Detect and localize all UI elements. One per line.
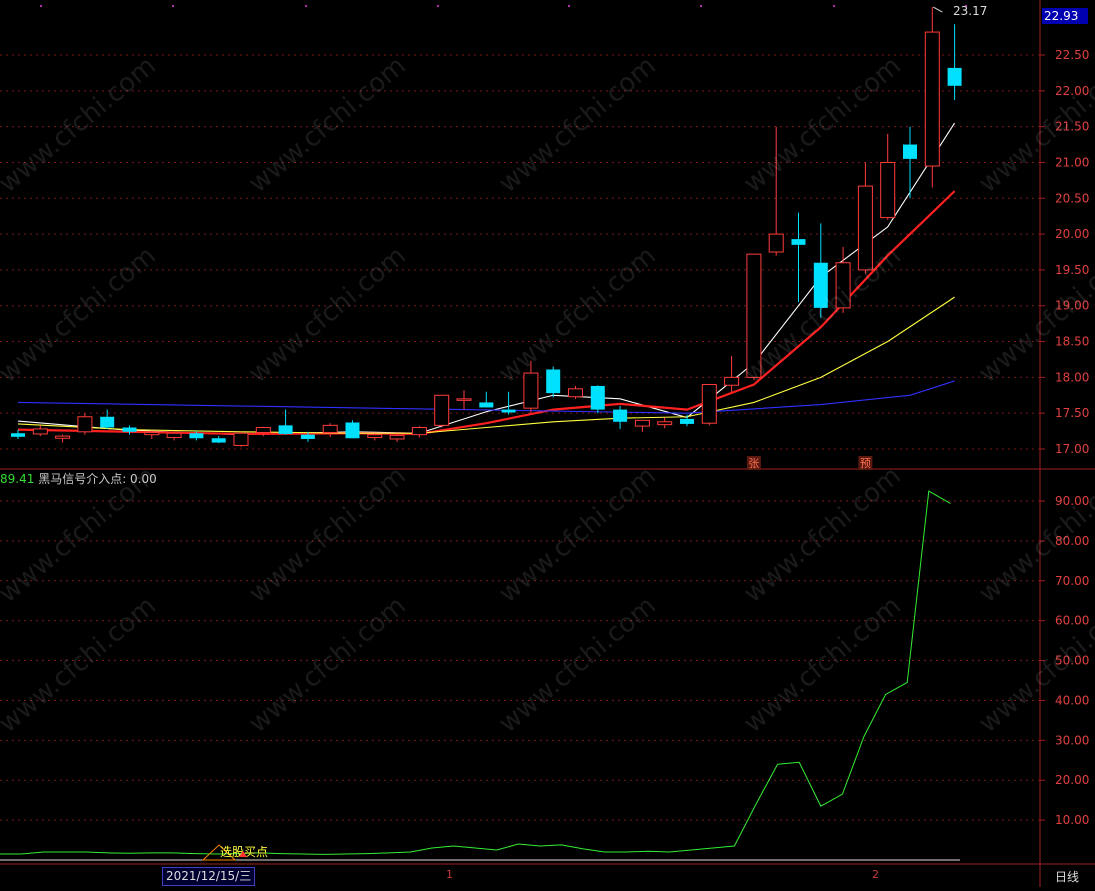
candle-body-down <box>100 416 115 428</box>
candle-body-down <box>11 433 25 437</box>
indicator-line <box>0 490 951 855</box>
chart-canvas[interactable]: 17.00 17.50 18.00 18.50 19.00 19.50 20.00 20.50… <box>0 0 1095 887</box>
candle-body-up <box>657 421 673 426</box>
indicator-label: 30.00 <box>1055 733 1089 747</box>
top-dot-3 <box>437 5 439 7</box>
candle-body-up <box>434 394 450 426</box>
candle-body-down <box>947 67 962 86</box>
candle-body-up <box>568 388 583 398</box>
candle-body-up <box>857 185 873 271</box>
current-price-badge: 22.93 <box>1042 8 1088 24</box>
candle-body-up <box>523 372 539 409</box>
indicator-label: 50.00 <box>1055 654 1089 668</box>
candle-body-up <box>166 432 182 439</box>
crosshair-date: 2021/12/15/三 <box>162 867 256 886</box>
price-label: 21.50 <box>1055 120 1089 134</box>
candle-body-down <box>278 425 293 434</box>
price-label: 22.50 <box>1055 48 1089 62</box>
price-label: 19.00 <box>1055 299 1089 313</box>
candle-body-down <box>300 434 315 439</box>
candle-body-down <box>546 369 561 394</box>
candle-body-up <box>411 427 427 436</box>
indicator-label: 60.00 <box>1055 614 1089 628</box>
period-label[interactable]: 日线 <box>1055 868 1079 885</box>
candle-body-down <box>501 409 516 413</box>
candle-body-up <box>32 428 48 435</box>
price-label: 17.00 <box>1055 442 1089 456</box>
candle-body-up <box>835 262 851 309</box>
indicator-label: 80.00 <box>1055 534 1089 548</box>
indicator-value: 89.41 <box>0 472 35 486</box>
high-pointer <box>933 6 943 13</box>
top-dot-4 <box>568 5 570 7</box>
candle-body-up <box>389 434 405 440</box>
candle-body-down <box>479 402 494 408</box>
candle-body-up <box>924 31 940 167</box>
indicator-label: 10.00 <box>1055 813 1089 827</box>
top-dot-2 <box>305 5 307 7</box>
candle-body-up <box>880 161 896 219</box>
top-dot-6 <box>833 5 835 7</box>
indicator-label: 黑马信号介入点: 0.00 <box>38 472 157 486</box>
top-dot-5 <box>700 5 702 7</box>
indicator-label: 90.00 <box>1055 494 1089 508</box>
indicator-label: 20.00 <box>1055 773 1089 787</box>
candle-body-up <box>233 432 249 446</box>
candle-body-up <box>634 419 650 427</box>
candle-body-up <box>255 427 271 434</box>
candle-body-down <box>211 438 226 443</box>
x-tick-1: 1 <box>446 868 453 881</box>
x-tick-2: 2 <box>872 868 879 881</box>
price-label: 18.00 <box>1055 370 1089 384</box>
candle-body-down <box>590 385 605 410</box>
candle-body-up <box>456 398 472 401</box>
candle-body-down <box>189 433 204 439</box>
candle-body-up <box>144 432 160 436</box>
candle-body-up <box>746 253 762 378</box>
candle-body-down <box>680 418 694 424</box>
indicator-label: 40.00 <box>1055 693 1089 707</box>
candle-body-up <box>55 435 71 439</box>
candle-body-down <box>613 409 628 422</box>
candle-body-up <box>77 416 93 433</box>
stock-chart[interactable]: 17.00 17.50 18.00 18.50 19.00 19.50 20.00 20.50… <box>0 0 1095 887</box>
candle-body-down <box>903 144 917 159</box>
candle-body-up <box>367 434 383 439</box>
candle-body-up <box>701 384 717 424</box>
candle-body-down <box>791 239 806 245</box>
candle-body-down <box>813 262 828 308</box>
price-label: 20.50 <box>1055 191 1089 205</box>
candle-body-up <box>768 233 784 253</box>
indicator-title: 89.41 黑马信号介入点: 0.00 <box>0 470 157 487</box>
price-label: 17.50 <box>1055 406 1089 420</box>
indicator-label: 70.00 <box>1055 574 1089 588</box>
candle-body-up <box>724 376 740 386</box>
price-label: 21.00 <box>1055 155 1089 169</box>
price-label: 18.50 <box>1055 335 1089 349</box>
candle-body-down <box>345 422 360 439</box>
top-dot-0 <box>40 5 42 7</box>
marker-text: 预 <box>860 457 871 470</box>
price-label: 22.00 <box>1055 84 1089 98</box>
candle-body-down <box>122 427 137 432</box>
price-label: 20.00 <box>1055 227 1089 241</box>
price-label: 19.50 <box>1055 263 1089 277</box>
marker-text: 张 <box>748 457 759 470</box>
candle-body-up <box>322 424 338 434</box>
high-price-label: 23.17 <box>953 4 987 18</box>
top-dot-1 <box>172 5 174 7</box>
